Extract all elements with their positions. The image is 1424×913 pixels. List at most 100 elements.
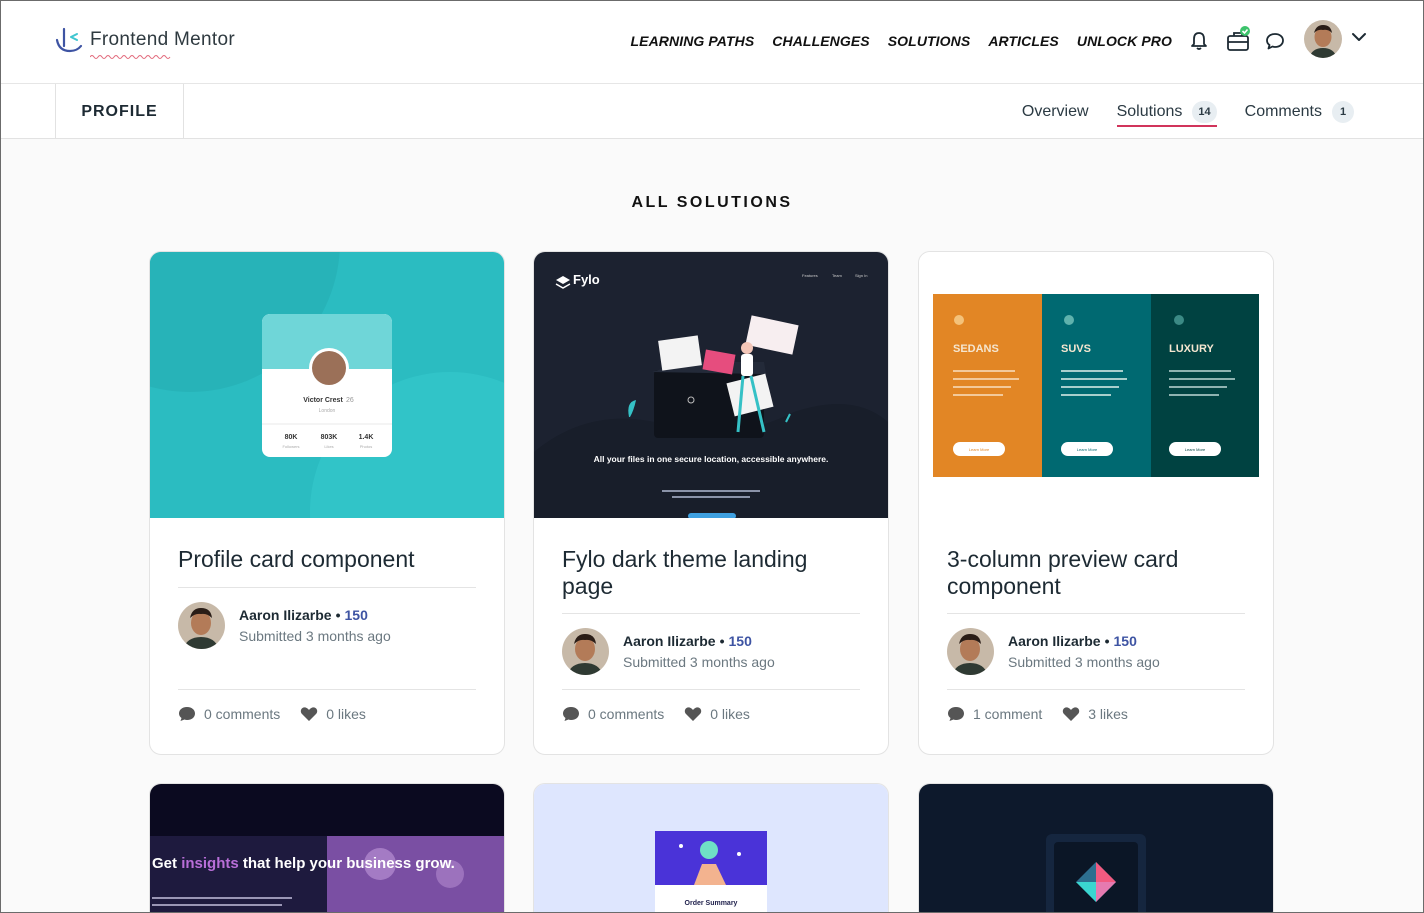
svg-text:Photos: Photos <box>360 444 372 449</box>
frontend-mentor-logo[interactable]: Frontend Mentor <box>55 26 235 59</box>
author-score: 150 <box>1113 633 1137 649</box>
solution-preview-image[interactable] <box>919 784 1273 913</box>
svg-text:Learn More: Learn More <box>1185 447 1206 452</box>
submitted-time: Submitted 3 months ago <box>1008 654 1160 670</box>
briefcase-check-icon[interactable] <box>1226 26 1254 54</box>
svg-text:Learn More: Learn More <box>969 447 990 452</box>
nav-learning-paths[interactable]: LEARNING PATHS <box>631 33 755 49</box>
svg-text:Team: Team <box>832 273 842 278</box>
solution-preview-image[interactable]: Fylo Features Team Sign In All your file… <box>534 252 888 518</box>
profile-subheader: PROFILE Overview Solutions 14 Comments 1 <box>0 84 1424 139</box>
svg-text:Sign In: Sign In <box>855 273 867 278</box>
column-title: LUXURY <box>1169 343 1214 355</box>
solution-preview-image[interactable]: Order Summary <box>534 784 888 913</box>
solution-preview-image[interactable]: Victor Crest 26 London 80K 803K 1.4K Fol… <box>150 252 504 518</box>
solution-title[interactable]: Profile card component <box>178 546 478 573</box>
solution-card[interactable]: Order Summary <box>533 783 889 913</box>
bell-icon[interactable] <box>1188 30 1210 52</box>
submitted-time: Submitted 3 months ago <box>623 654 775 670</box>
avatar-face-icon <box>1304 20 1342 58</box>
author-face-icon <box>947 628 994 675</box>
preview-label: Order Summary <box>685 900 738 907</box>
card-meta: 1 comment 3 likes <box>947 706 1128 722</box>
logo-squiggle-icon <box>90 55 171 59</box>
tab-solutions[interactable]: Solutions 14 <box>1116 84 1217 139</box>
column-title: SEDANS <box>953 343 999 355</box>
logo-text: Frontend Mentor <box>90 29 235 59</box>
column-title: SUVS <box>1061 343 1091 355</box>
heart-icon[interactable] <box>684 706 702 722</box>
solution-card[interactable]: Get insights that help your business gro… <box>149 783 505 913</box>
solution-preview-image[interactable]: Get insights that help your business gro… <box>150 784 504 913</box>
solution-card[interactable]: SEDANS SUVS LUXURY Learn More Learn More… <box>918 251 1274 755</box>
nav-articles[interactable]: ARTICLES <box>988 33 1059 49</box>
profile-tabs: Overview Solutions 14 Comments 1 <box>994 84 1354 139</box>
card-divider <box>562 689 860 690</box>
comment-icon <box>563 707 579 721</box>
solution-preview-image[interactable]: SEDANS SUVS LUXURY Learn More Learn More… <box>919 252 1273 518</box>
svg-text:Followers: Followers <box>282 444 299 449</box>
likes-count: 0 likes <box>710 706 750 722</box>
author-block: Aaron Ilizarbe • 150 Submitted 3 months ag… <box>562 628 775 675</box>
heart-icon[interactable] <box>1062 706 1080 722</box>
svg-text:803K: 803K <box>321 434 338 441</box>
preview-headline: All your files in one secure location, a… <box>594 454 829 464</box>
card-meta: 0 comments 0 likes <box>178 706 366 722</box>
author-avatar[interactable] <box>178 602 225 649</box>
profile-label: PROFILE <box>55 84 184 139</box>
three-column-preview: SEDANS SUVS LUXURY Learn More Learn More… <box>919 252 1273 518</box>
author-avatar[interactable] <box>562 628 609 675</box>
nav-unlock-pro[interactable]: UNLOCK PRO <box>1077 33 1172 49</box>
card-divider <box>947 613 1245 614</box>
author-avatar[interactable] <box>947 628 994 675</box>
comment-icon <box>948 707 964 721</box>
solution-title[interactable]: 3-column preview card component <box>947 546 1247 600</box>
preview-brand: Fylo <box>573 272 600 287</box>
author-name[interactable]: Aaron Ilizarbe • 150 <box>239 607 391 623</box>
logo-mark-icon <box>55 27 83 53</box>
top-header: Frontend Mentor LEARNING PATHS CHALLENGE… <box>0 0 1424 84</box>
card-divider <box>178 587 476 588</box>
solution-card[interactable]: Victor Crest 26 London 80K 803K 1.4K Fol… <box>149 251 505 755</box>
nav-solutions[interactable]: SOLUTIONS <box>888 33 971 49</box>
comments-count[interactable]: 1 comment <box>973 706 1042 722</box>
tab-overview[interactable]: Overview <box>1022 84 1089 139</box>
fylo-preview: Fylo Features Team Sign In All your file… <box>534 252 888 518</box>
svg-text:Learn More: Learn More <box>1077 447 1098 452</box>
tab-comments[interactable]: Comments 1 <box>1245 84 1354 139</box>
user-avatar[interactable] <box>1304 20 1342 58</box>
author-score: 150 <box>728 633 752 649</box>
author-face-icon <box>178 602 225 649</box>
comments-count[interactable]: 0 comments <box>204 706 280 722</box>
solutions-count-badge: 14 <box>1192 100 1217 123</box>
comments-count[interactable]: 0 comments <box>588 706 664 722</box>
card-divider <box>178 689 476 690</box>
author-name[interactable]: Aaron Ilizarbe • 150 <box>623 633 775 649</box>
preview-headline: Get insights that help your business gro… <box>152 855 455 872</box>
insights-preview: Get insights that help your business gro… <box>150 784 504 913</box>
order-summary-preview: Order Summary <box>534 784 888 913</box>
author-name[interactable]: Aaron Ilizarbe • 150 <box>1008 633 1160 649</box>
heart-icon[interactable] <box>300 706 318 722</box>
chat-bubble-icon[interactable] <box>1264 30 1286 52</box>
profile-card-preview: Victor Crest 26 London 80K 803K 1.4K Fol… <box>150 252 504 518</box>
card-meta: 0 comments 0 likes <box>562 706 750 722</box>
nav-challenges[interactable]: CHALLENGES <box>772 33 869 49</box>
svg-text:80K: 80K <box>285 434 298 441</box>
likes-count: 3 likes <box>1088 706 1128 722</box>
author-block: Aaron Ilizarbe • 150 Submitted 3 months ag… <box>947 628 1160 675</box>
svg-text:Likes: Likes <box>324 444 333 449</box>
solution-title[interactable]: Fylo dark theme landing page <box>562 546 862 600</box>
preview-city: London <box>319 408 336 414</box>
author-score: 150 <box>344 607 368 623</box>
comment-icon <box>179 707 195 721</box>
card-divider <box>947 689 1245 690</box>
nft-preview <box>919 784 1273 913</box>
solution-card[interactable]: Fylo Features Team Sign In All your file… <box>533 251 889 755</box>
comments-count-badge: 1 <box>1332 100 1354 123</box>
solution-card[interactable] <box>918 783 1274 913</box>
chevron-down-icon[interactable] <box>1350 30 1368 44</box>
svg-text:Features: Features <box>802 273 818 278</box>
svg-text:1.4K: 1.4K <box>359 434 374 441</box>
main-nav: LEARNING PATHS CHALLENGES SOLUTIONS ARTI… <box>631 33 1173 49</box>
